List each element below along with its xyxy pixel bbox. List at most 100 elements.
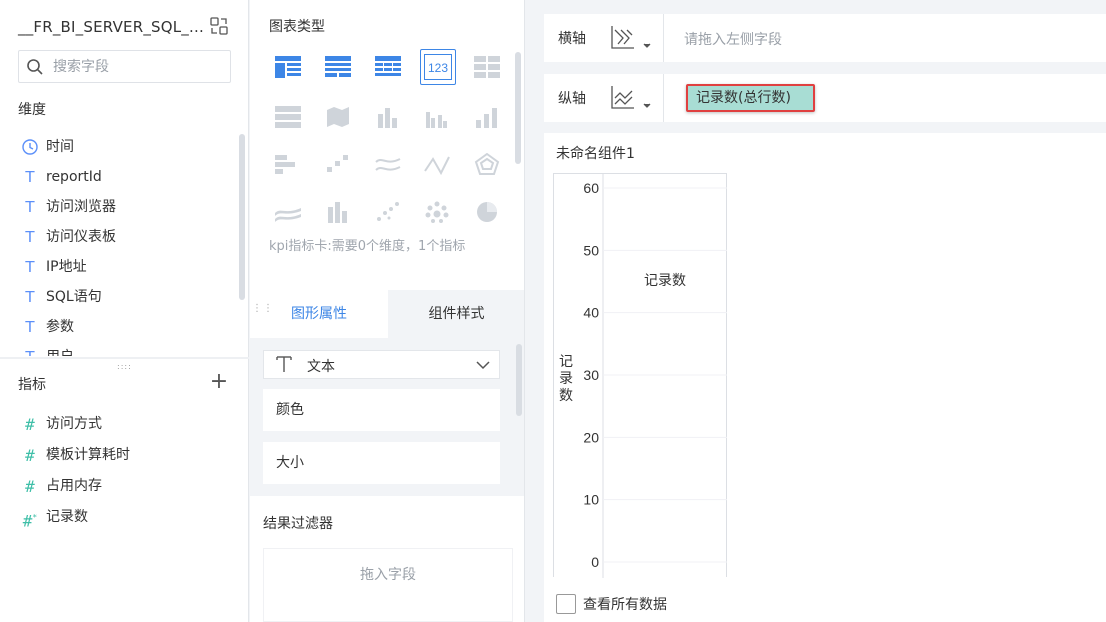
color-property[interactable]: 颜色 [263,389,500,431]
scatter-chart-icon[interactable] [321,147,355,181]
property-scrollbar[interactable] [516,344,522,416]
measure-item[interactable]: # 占用内存 [0,471,249,502]
y-tick-label: 40 [583,305,599,321]
search-field-box[interactable] [18,50,231,83]
y-axis-type-icon[interactable] [610,84,656,112]
component-title[interactable]: 未命名组件1 [556,143,635,163]
dimension-scrollbar[interactable] [239,134,245,300]
axis-divider [663,74,664,122]
show-all-data-checkbox[interactable] [556,594,576,614]
grouped-table-chart-icon[interactable] [271,50,305,84]
dimension-label: SQL语句 [46,289,102,305]
y-tick-label: 30 [583,367,599,383]
dimension-item[interactable]: T SQL语句 [0,282,249,312]
chevron-down-icon [475,357,491,373]
map-chart-icon[interactable] [321,100,355,134]
chart-canvas-area: 横轴 请拖入左侧字段 纵轴 记录数(总行数) 未命名组件1 0 10 20 30 40 5… [526,0,1106,622]
kpi-card-chart-icon[interactable]: 123 [420,49,456,85]
bar-chart-icon[interactable] [271,147,305,181]
chart-type-scrollbar[interactable] [515,52,521,164]
bubble-chart-icon[interactable] [420,195,454,229]
chart-config-panel: 图表类型 123 kpi指标卡:需要0个维度，1个指标 图形属性 组件样式 ⋮⋮… [250,0,525,622]
panel-splitter[interactable] [0,357,249,359]
measure-item[interactable]: # 访问方式 [0,409,249,440]
polyline-chart-icon[interactable] [420,147,454,181]
y-tick-label: 20 [583,429,599,445]
number-type-icon: # [25,415,35,434]
detail-table-chart-icon[interactable] [371,50,405,84]
bar-chart: 0 10 20 30 40 50 60 记录数记录数 [553,173,727,578]
measure-section-label: 指标 [18,377,46,393]
search-input[interactable] [53,57,223,77]
column-chart-icon[interactable] [470,100,504,134]
dimension-label: 访问仪表板 [46,229,116,245]
dimension-item[interactable]: T 访问浏览器 [0,192,249,222]
splitter-grip-icon[interactable]: :::: [117,362,132,371]
measure-label: 占用内存 [46,478,102,494]
area-chart-icon[interactable] [271,195,305,229]
result-filter-title: 结果过滤器 [263,516,333,532]
add-measure-button[interactable]: + [209,371,229,393]
x-axis-type-icon[interactable] [610,24,656,52]
measure-item[interactable]: #* 记录数 [0,502,249,533]
line-chart-icon[interactable] [371,147,405,181]
datasource-title[interactable]: __FR_BI_SERVER_SQL_... [18,18,204,36]
measure-label: 记录数 [46,509,88,525]
tab-graphic-properties[interactable]: 图形属性 [250,290,388,338]
mark-type-label: 文本 [307,359,335,375]
measure-list: # 访问方式 # 模板计算耗时 # 占用内存 #* 记录数 [0,409,249,533]
pie-chart-icon[interactable] [470,195,504,229]
multi-kpi-chart-icon[interactable] [470,50,504,84]
radar-chart-icon[interactable] [470,147,504,181]
clock-icon [20,132,40,166]
dimension-label: 参数 [46,319,74,335]
drag-handle-icon[interactable]: ⋮⋮ [252,304,274,314]
number-type-icon: # [25,446,35,465]
switch-datasource-icon[interactable] [209,16,229,36]
measure-item[interactable]: # 模板计算耗时 [0,440,249,471]
x-axis-shelf[interactable]: 横轴 请拖入左侧字段 [544,14,1106,62]
y-tick-label: 60 [583,180,599,196]
filter-drop-zone[interactable]: 拖入字段 [263,548,513,622]
x-axis-label: 横轴 [558,31,586,47]
dimension-item[interactable]: 时间 [0,132,249,162]
axis-divider [663,14,664,62]
drop-hint: 拖入字段 [360,567,416,583]
mark-type-select[interactable]: 文本 [263,350,500,379]
text-type-icon: T [25,168,35,186]
chart-svg: 0102030405060记录数记录数 [559,174,727,578]
range-bar-chart-icon[interactable] [321,195,355,229]
cross-table-chart-icon[interactable] [321,50,355,84]
text-type-icon: T [25,228,35,246]
dimension-list: 时间 T reportId T 访问浏览器 T 访问仪表板 T IP地址 T S… [0,132,249,356]
dimension-label: 访问浏览器 [46,199,116,215]
dimension-item[interactable]: T 访问仪表板 [0,222,249,252]
text-type-icon: T [20,342,40,356]
chart-type-title: 图表类型 [269,19,325,35]
dimension-item[interactable]: T 参数 [0,312,249,342]
dimension-item[interactable]: T IP地址 [0,252,249,282]
text-list-chart-icon[interactable] [271,100,305,134]
text-type-icon: T [25,198,35,216]
y-axis-label: 纵轴 [558,91,586,107]
y-axis-title-char: 数 [559,388,573,404]
y-tick-label: 10 [583,492,599,508]
dimension-label: 时间 [46,139,74,155]
dimension-item[interactable]: T 用户 [0,342,249,356]
measure-label: 访问方式 [46,416,102,432]
y-axis-shelf[interactable]: 纵轴 记录数(总行数) [544,74,1106,122]
text-mark-icon [276,355,292,377]
y-axis-title-char: 记 [559,354,573,370]
size-property[interactable]: 大小 [263,442,500,484]
y-axis-field-pill[interactable]: 记录数(总行数) [686,84,815,112]
dot-chart-icon[interactable] [371,195,405,229]
text-type-icon: T [25,258,35,276]
y-tick-label: 50 [583,242,599,258]
grouped-bar-chart-icon[interactable] [420,100,454,134]
dimension-item[interactable]: T reportId [0,162,249,192]
stacked-bar-chart-icon[interactable] [371,100,405,134]
y-tick-label: 0 [591,554,599,570]
record-count-icon: #* [22,511,38,531]
property-tabs: 图形属性 组件样式 [250,290,524,338]
tab-component-style[interactable]: 组件样式 [388,290,525,338]
